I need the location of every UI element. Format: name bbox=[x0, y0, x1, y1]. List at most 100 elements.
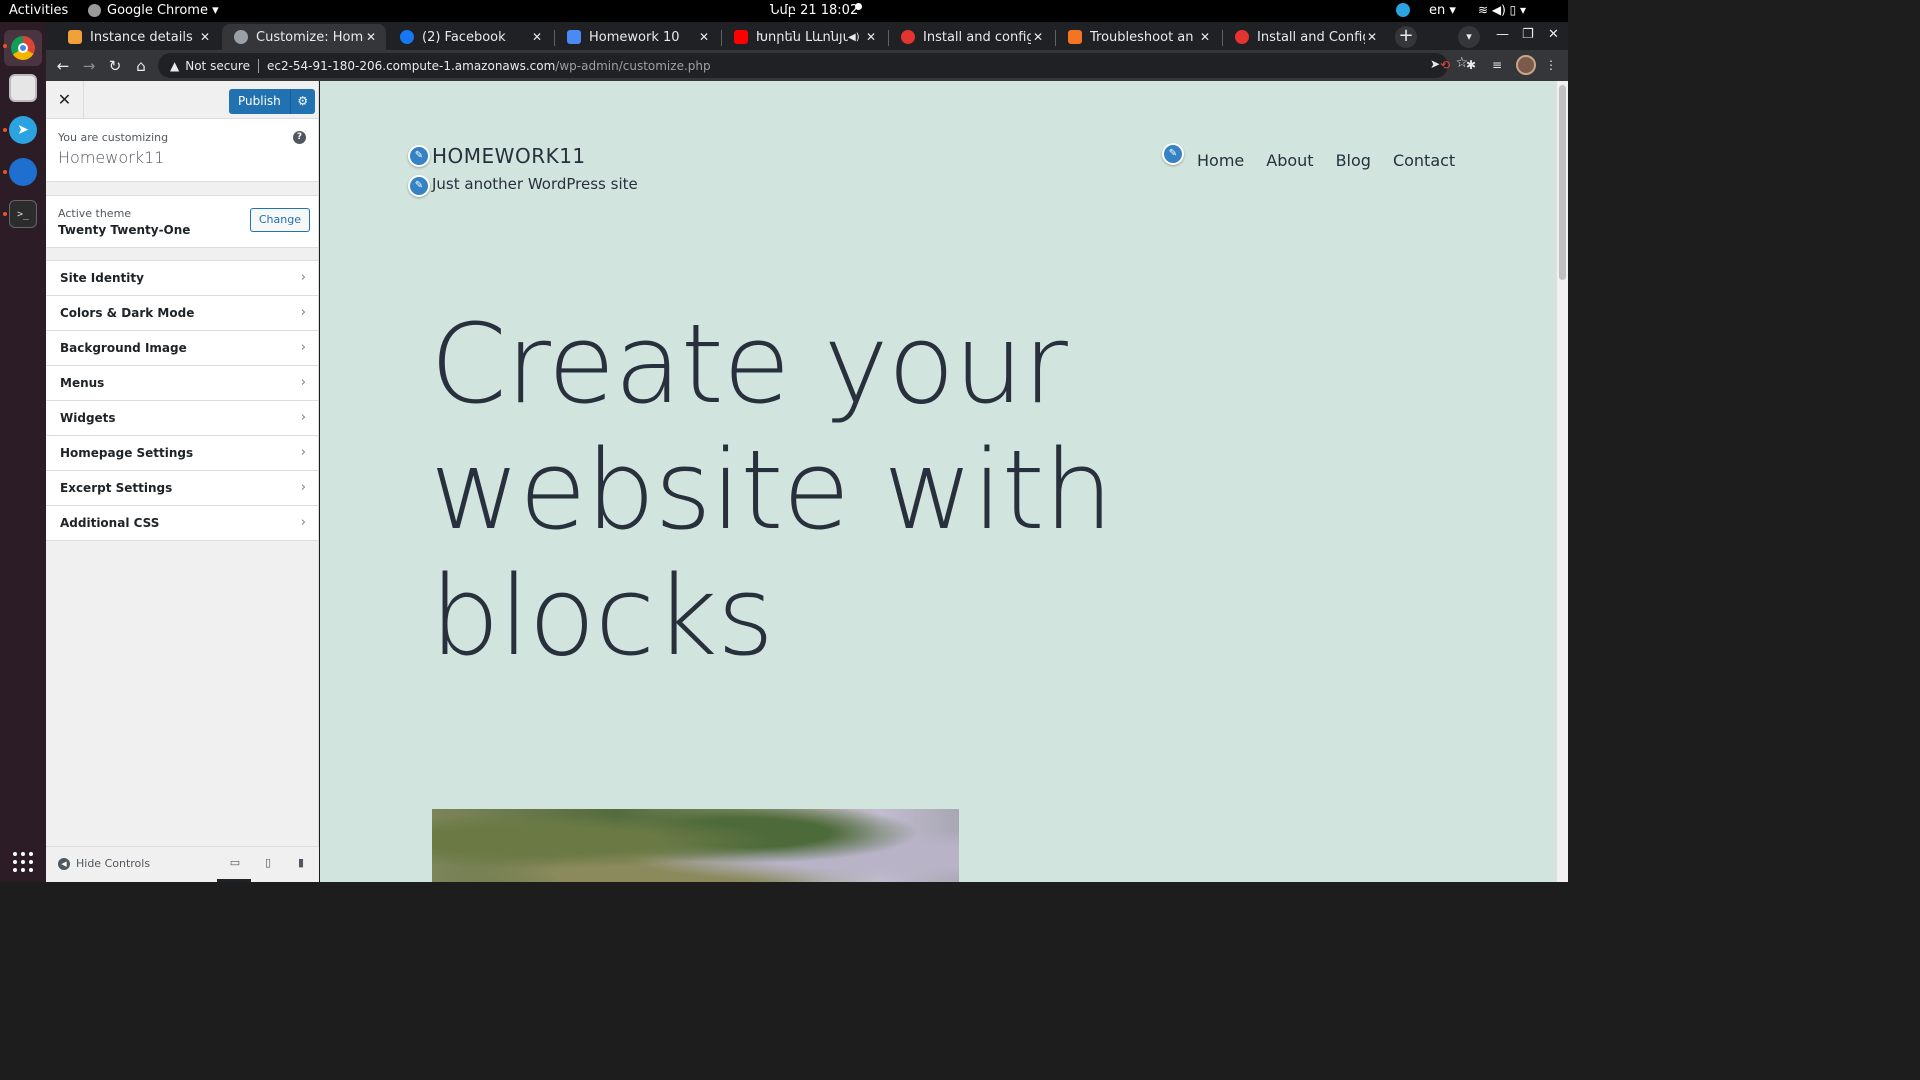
close-tab-icon[interactable]: ✕ bbox=[1031, 30, 1045, 44]
tab-facebook[interactable]: (2) Facebook ✕ bbox=[388, 24, 552, 50]
section-colors-dark-mode[interactable]: Colors & Dark Mode › bbox=[46, 296, 318, 331]
chrome-menu-icon[interactable]: ⋮ bbox=[1543, 57, 1559, 73]
extensions-puzzle-icon[interactable]: ✱ bbox=[1463, 57, 1479, 73]
section-homepage-settings[interactable]: Homepage Settings › bbox=[46, 436, 318, 471]
running-indicator bbox=[3, 170, 7, 174]
publish-button[interactable]: Publish bbox=[229, 89, 290, 114]
tab-homework10[interactable]: Homework 10 ✕ bbox=[555, 24, 719, 50]
help-icon[interactable]: ? bbox=[293, 131, 306, 144]
close-tab-icon[interactable]: ✕ bbox=[364, 30, 378, 44]
edit-site-title-pencil-icon[interactable]: ✎ bbox=[408, 145, 430, 167]
chevron-right-icon: › bbox=[300, 375, 306, 390]
site-preview: ✎ HOMEWORK11 ✎ Just another WordPress si… bbox=[320, 81, 1556, 882]
change-theme-button[interactable]: Change bbox=[249, 208, 310, 232]
site-favicon-icon bbox=[901, 30, 915, 44]
media-controls-icon[interactable]: ≡ bbox=[1489, 57, 1505, 73]
forward-icon[interactable]: → bbox=[78, 55, 100, 77]
tab-title: Troubleshoot an unr bbox=[1090, 29, 1198, 45]
home-icon[interactable]: ⌂ bbox=[130, 55, 152, 77]
telegram-tray-icon[interactable] bbox=[1396, 3, 1410, 17]
edit-menu-pencil-icon[interactable]: ✎ bbox=[1162, 143, 1184, 165]
section-label: Additional CSS bbox=[60, 516, 160, 530]
section-additional-css[interactable]: Additional CSS › bbox=[46, 506, 318, 541]
security-label[interactable]: Not secure bbox=[185, 59, 250, 73]
tab-customize[interactable]: Customize: Homework11 ✕ bbox=[222, 24, 386, 50]
dock-files-icon[interactable] bbox=[9, 74, 37, 102]
hero-painting-image bbox=[432, 809, 959, 882]
publish-group: Publish ⚙ bbox=[229, 89, 315, 114]
customizer-sections: Site Identity › Colors & Dark Mode › Backg… bbox=[46, 260, 318, 541]
dock-terminal-icon[interactable]: >_ bbox=[9, 200, 37, 228]
tab-strip: Instance details | EC2 ✕ Customize: Home… bbox=[46, 22, 1568, 50]
section-menus[interactable]: Menus › bbox=[46, 366, 318, 401]
customizing-label: You are customizing bbox=[58, 131, 169, 144]
audio-icon[interactable]: ◀) bbox=[848, 32, 860, 43]
back-icon[interactable]: ← bbox=[52, 55, 74, 77]
nav-home[interactable]: Home bbox=[1197, 151, 1244, 170]
section-label: Background Image bbox=[60, 341, 187, 355]
chrome-icon bbox=[88, 4, 101, 17]
tab-youtube[interactable]: Խորեն Լևոնյան ◀) ✕ bbox=[722, 24, 886, 50]
close-tab-icon[interactable]: ✕ bbox=[864, 30, 878, 44]
site-tagline: Just another WordPress site bbox=[432, 175, 638, 193]
section-background-image[interactable]: Background Image › bbox=[46, 331, 318, 366]
nav-blog[interactable]: Blog bbox=[1336, 151, 1371, 170]
chevron-right-icon: › bbox=[300, 305, 306, 320]
dock-telegram-icon[interactable]: ➤ bbox=[9, 116, 37, 144]
chevron-right-icon: › bbox=[300, 410, 306, 425]
show-apps-icon[interactable] bbox=[13, 852, 33, 872]
address-bar[interactable]: ▲ Not secure ec2-54-91-180-206.compute-1… bbox=[158, 53, 1468, 78]
restore-icon[interactable]: ❐ bbox=[1522, 27, 1534, 42]
tablet-preview-icon[interactable]: ▯ bbox=[260, 856, 276, 870]
customizer-header: ✕ Publish ⚙ bbox=[46, 81, 318, 119]
facebook-favicon-icon bbox=[400, 30, 414, 44]
edit-tagline-pencil-icon[interactable]: ✎ bbox=[408, 175, 430, 197]
section-widgets[interactable]: Widgets › bbox=[46, 401, 318, 436]
hide-controls-button[interactable]: ◀ Hide Controls bbox=[58, 857, 150, 870]
close-window-icon[interactable]: ✕ bbox=[1548, 27, 1559, 42]
tab-search-icon[interactable]: ▾ bbox=[1458, 26, 1480, 48]
close-tab-icon[interactable]: ✕ bbox=[1365, 30, 1379, 44]
nav-contact[interactable]: Contact bbox=[1393, 151, 1455, 170]
clock[interactable]: Նմբ 21 18:02 bbox=[770, 3, 858, 18]
minimize-icon[interactable]: — bbox=[1496, 27, 1509, 42]
activities-button[interactable]: Activities bbox=[9, 3, 68, 18]
customizer-panel: ✕ Publish ⚙ You are customizing Homework… bbox=[46, 81, 319, 882]
tab-troubleshoot[interactable]: Troubleshoot an unr ✕ bbox=[1056, 24, 1220, 50]
active-theme-box: Active theme Twenty Twenty-One Change bbox=[46, 195, 318, 248]
app-menu[interactable]: Google Chrome ▾ bbox=[88, 3, 219, 18]
close-tab-icon[interactable]: ✕ bbox=[1198, 30, 1212, 44]
tab-title: Install and configure bbox=[923, 29, 1031, 45]
tab-install-configure[interactable]: Install and configure ✕ bbox=[889, 24, 1053, 50]
section-excerpt-settings[interactable]: Excerpt Settings › bbox=[46, 471, 318, 506]
warning-icon[interactable]: ▲ bbox=[170, 59, 179, 73]
customizing-info: You are customizing Homework11 ? bbox=[46, 119, 318, 182]
desktop-preview-icon[interactable]: ▭ bbox=[227, 856, 243, 870]
notification-dot-icon bbox=[855, 3, 862, 10]
publish-settings-gear-icon[interactable]: ⚙ bbox=[289, 89, 315, 114]
close-tab-icon[interactable]: ✕ bbox=[697, 30, 711, 44]
nav-about[interactable]: About bbox=[1266, 151, 1313, 170]
site-title[interactable]: HOMEWORK11 bbox=[432, 144, 586, 168]
url-path: /wp-admin/customize.php bbox=[555, 58, 711, 73]
dock-thunderbird-icon[interactable] bbox=[9, 158, 37, 186]
close-tab-icon[interactable]: ✕ bbox=[530, 30, 544, 44]
scrollbar-thumb[interactable] bbox=[1559, 85, 1566, 280]
mobile-preview-icon[interactable]: ▮ bbox=[293, 856, 309, 870]
section-site-identity[interactable]: Site Identity › bbox=[46, 261, 318, 296]
tab-ec2[interactable]: Instance details | EC2 ✕ bbox=[56, 24, 220, 50]
preview-scrollbar[interactable] bbox=[1556, 81, 1568, 882]
new-tab-button[interactable]: + bbox=[1395, 26, 1417, 48]
tab-install-configure-2[interactable]: Install and Configure ✕ bbox=[1223, 24, 1387, 50]
profile-avatar[interactable] bbox=[1516, 55, 1536, 75]
system-menu[interactable]: ≋ ◀) ▯ ▾ bbox=[1478, 3, 1526, 17]
dock-chrome-icon[interactable] bbox=[4, 30, 42, 66]
url-host: ec2-54-91-180-206.compute-1.amazonaws.co… bbox=[266, 58, 556, 73]
extension-icon[interactable]: ⟲ bbox=[1437, 57, 1453, 73]
close-customizer-button[interactable]: ✕ bbox=[46, 81, 84, 119]
youtube-favicon-icon bbox=[734, 30, 748, 44]
reload-icon[interactable]: ↻ bbox=[104, 55, 126, 77]
app-menu-label: Google Chrome ▾ bbox=[107, 3, 219, 18]
close-tab-icon[interactable]: ✕ bbox=[198, 30, 212, 44]
language-switcher[interactable]: en ▾ bbox=[1429, 3, 1456, 18]
